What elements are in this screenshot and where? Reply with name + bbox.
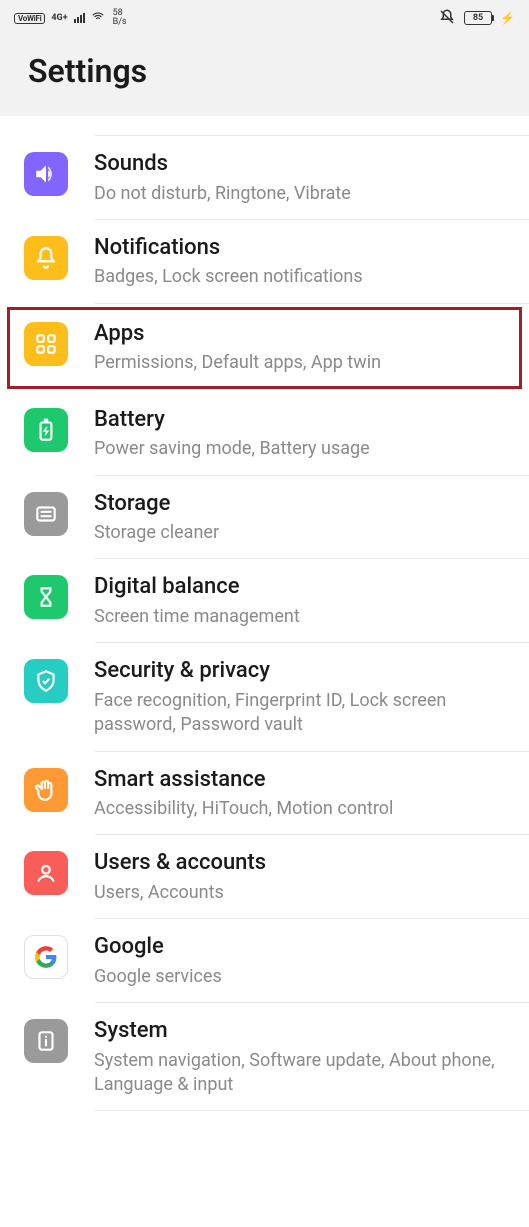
signal-bars-icon [74, 13, 85, 23]
item-subtitle: Face recognition, Fingerprint ID, Lock s… [94, 689, 507, 738]
item-title: Security & privacy [94, 657, 507, 686]
settings-item-system[interactable]: System System navigation, Software updat… [0, 1003, 529, 1111]
bell-icon [24, 236, 68, 280]
settings-item-notifications[interactable]: Notifications Badges, Lock screen notifi… [0, 220, 529, 304]
network-speed: 58 B/s [113, 9, 127, 27]
item-title: System [94, 1017, 507, 1046]
item-subtitle: Permissions, Default apps, App twin [94, 351, 507, 375]
item-title: Users & accounts [94, 849, 507, 878]
hand-icon [24, 768, 68, 812]
settings-item-sounds[interactable]: Sounds Do not disturb, Ringtone, Vibrate [0, 136, 529, 220]
item-text: Google Google services [94, 933, 507, 989]
shield-icon [24, 659, 68, 703]
settings-item-users[interactable]: Users & accounts Users, Accounts [0, 835, 529, 919]
cutoff-row [95, 116, 529, 136]
storage-icon [24, 492, 68, 536]
vowifi-badge: VoWiFi [14, 13, 45, 24]
page-title: Settings [28, 52, 501, 90]
item-subtitle: Accessibility, HiTouch, Motion control [94, 797, 507, 821]
status-right: 85 ⚡ [438, 8, 515, 29]
battery-indicator: 85 [464, 11, 492, 25]
battery-icon [24, 408, 68, 452]
google-icon [24, 935, 68, 979]
item-text: Users & accounts Users, Accounts [94, 849, 507, 905]
item-title: Sounds [94, 150, 507, 179]
item-subtitle: Power saving mode, Battery usage [94, 437, 507, 461]
sound-icon [24, 152, 68, 196]
header: Settings [0, 30, 529, 116]
item-title: Battery [94, 406, 507, 435]
item-text: Security & privacy Face recognition, Fin… [94, 657, 507, 737]
mute-icon [438, 8, 456, 29]
settings-item-battery[interactable]: Battery Power saving mode, Battery usage [0, 392, 529, 476]
charging-icon: ⚡ [500, 11, 515, 25]
status-bar: VoWiFi 4G+ 58 B/s 85 ⚡ [0, 0, 529, 30]
settings-list[interactable]: Sounds Do not disturb, Ringtone, Vibrate… [0, 116, 529, 1111]
status-left: VoWiFi 4G+ 58 B/s [14, 9, 127, 27]
item-text: Sounds Do not disturb, Ringtone, Vibrate [94, 150, 507, 206]
item-text: Battery Power saving mode, Battery usage [94, 406, 507, 462]
item-text: Digital balance Screen time management [94, 573, 507, 629]
item-subtitle: System navigation, Software update, Abou… [94, 1049, 507, 1098]
item-title: Smart assistance [94, 766, 507, 795]
settings-item-security[interactable]: Security & privacy Face recognition, Fin… [0, 643, 529, 751]
user-icon [24, 851, 68, 895]
item-text: System System navigation, Software updat… [94, 1017, 507, 1097]
item-title: Digital balance [94, 573, 507, 602]
settings-item-digital-balance[interactable]: Digital balance Screen time management [0, 559, 529, 643]
settings-item-smart-assistance[interactable]: Smart assistance Accessibility, HiTouch,… [0, 752, 529, 836]
settings-item-storage[interactable]: Storage Storage cleaner [0, 476, 529, 560]
settings-item-apps[interactable]: Apps Permissions, Default apps, App twin [6, 306, 523, 390]
network-gen: 4G+ [51, 13, 67, 23]
item-text: Notifications Badges, Lock screen notifi… [94, 234, 507, 290]
info-icon [24, 1019, 68, 1063]
apps-icon [24, 322, 68, 366]
item-text: Smart assistance Accessibility, HiTouch,… [94, 766, 507, 822]
item-subtitle: Badges, Lock screen notifications [94, 265, 507, 289]
hourglass-icon [24, 575, 68, 619]
item-title: Storage [94, 490, 507, 519]
item-text: Storage Storage cleaner [94, 490, 507, 546]
item-subtitle: Storage cleaner [94, 521, 507, 545]
item-text: Apps Permissions, Default apps, App twin [94, 320, 507, 376]
speed-unit: B/s [113, 18, 127, 27]
item-subtitle: Users, Accounts [94, 881, 507, 905]
item-subtitle: Screen time management [94, 605, 507, 629]
wifi-icon [91, 10, 105, 27]
item-title: Apps [94, 320, 507, 349]
item-title: Google [94, 933, 507, 962]
settings-item-google[interactable]: Google Google services [0, 919, 529, 1003]
item-title: Notifications [94, 234, 507, 263]
item-subtitle: Do not disturb, Ringtone, Vibrate [94, 182, 507, 206]
item-subtitle: Google services [94, 965, 507, 989]
